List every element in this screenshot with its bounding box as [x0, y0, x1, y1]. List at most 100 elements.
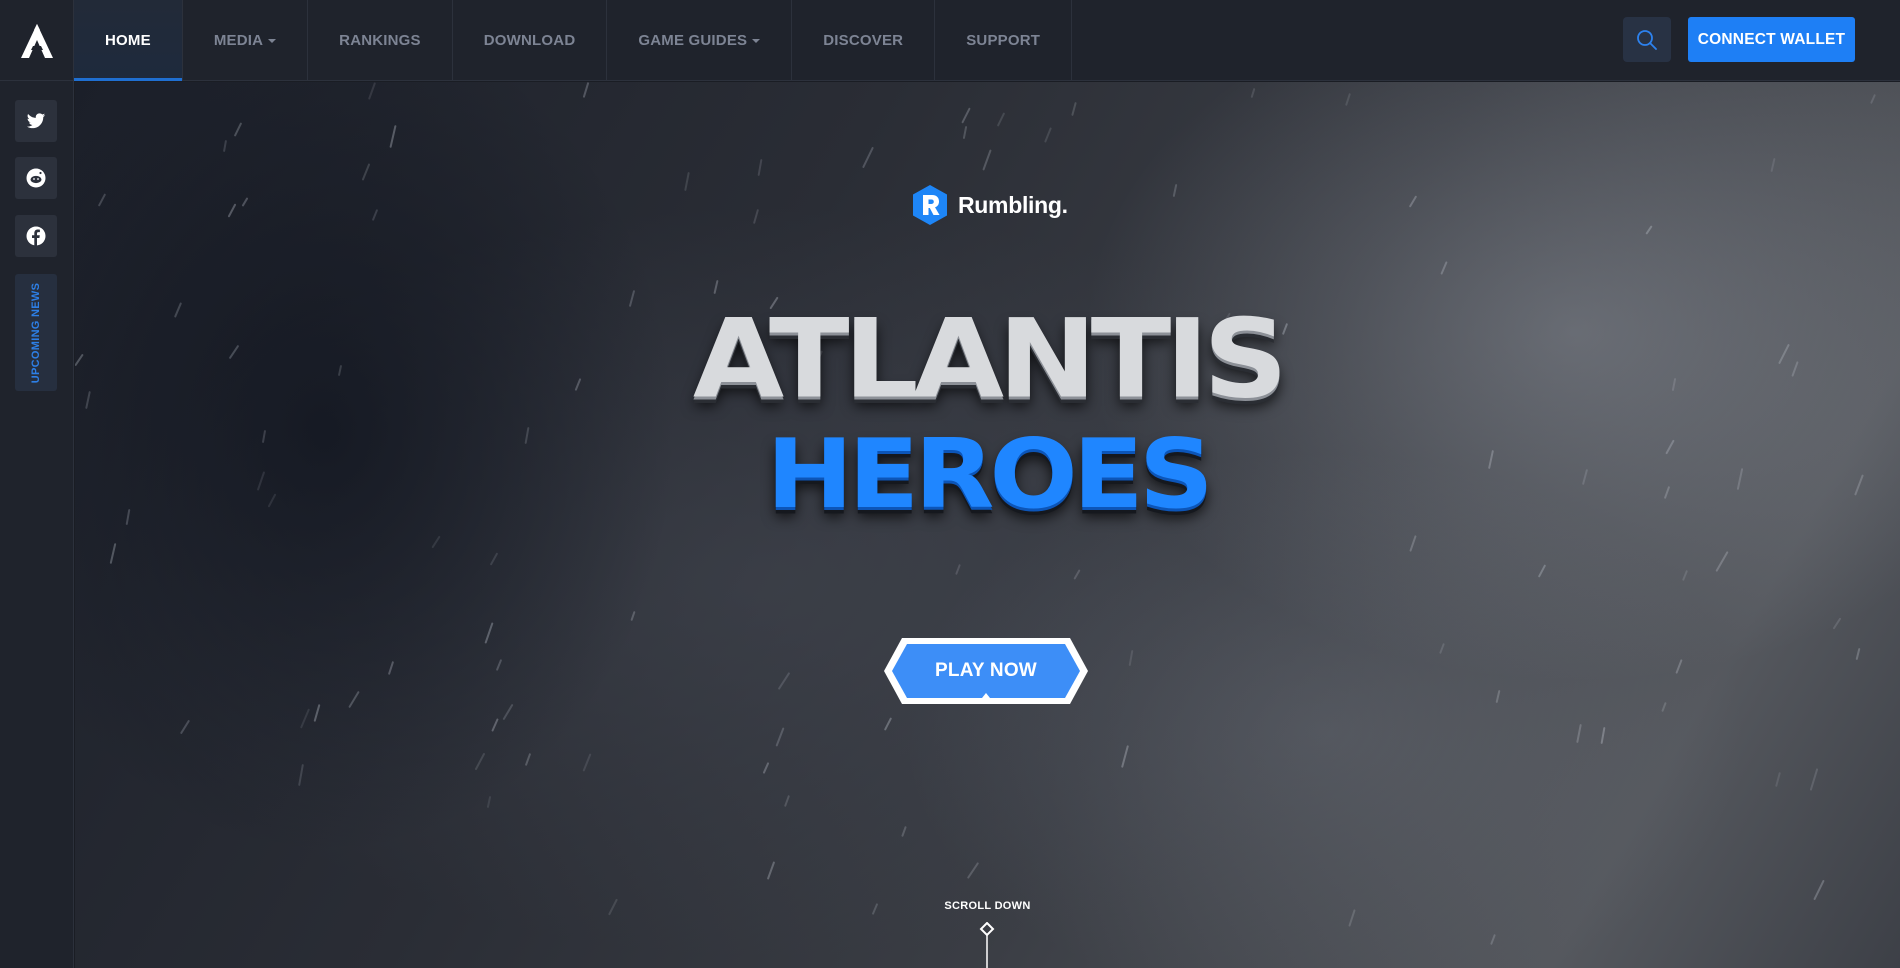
rain-streak [1600, 726, 1606, 745]
twitter-link[interactable] [15, 100, 57, 142]
rain-streak [752, 209, 760, 224]
rain-streak [1675, 659, 1683, 674]
left-sidebar: UPCOMING NEWS [0, 81, 74, 968]
rain-streak [524, 753, 532, 766]
rain-streak [1661, 701, 1667, 713]
rain-streak [1250, 87, 1256, 99]
rain-streak [962, 125, 968, 140]
rain-streak [1495, 689, 1501, 704]
rain-streak [862, 146, 874, 169]
search-button[interactable] [1623, 17, 1671, 62]
rain-streak [684, 171, 690, 192]
rain-streak [484, 622, 494, 644]
nav-media-label: MEDIA [213, 32, 264, 49]
nav-media[interactable]: MEDIA [183, 0, 309, 81]
connect-wallet-button[interactable]: CONNECT WALLET [1688, 17, 1855, 62]
facebook-link[interactable] [15, 215, 57, 257]
rain-streak [222, 139, 228, 153]
rumbling-logo-icon [913, 185, 947, 225]
rain-streak [1345, 93, 1351, 106]
rumbling-brand-text: Rumbling. [958, 191, 1068, 218]
rain-streak [489, 552, 499, 566]
top-navigation-bar: HOME MEDIA RANKINGS DOWNLOAD GAME GUIDES… [0, 0, 1900, 81]
twitter-icon [26, 112, 46, 128]
rain-streak [1044, 127, 1052, 143]
hero-title-line2: HEROES [766, 417, 1214, 531]
reddit-link[interactable] [15, 157, 57, 199]
rain-streak [982, 149, 992, 171]
rain-streak [1855, 647, 1861, 661]
site-logo[interactable] [0, 0, 74, 81]
hero-section: Rumbling. ATLANTIS HEROES PLAY NOW SCROL… [75, 82, 1900, 968]
search-icon [1637, 29, 1657, 50]
rain-streak [996, 112, 1006, 127]
nav-discover-label: DISCOVER [823, 32, 904, 49]
nav-discover[interactable]: DISCOVER [792, 0, 936, 81]
rain-streak [1775, 771, 1781, 788]
rain-streak [1813, 879, 1825, 901]
rain-streak [298, 763, 304, 787]
nav-download[interactable]: DOWNLOAD [453, 0, 608, 81]
rain-streak [901, 825, 907, 838]
rain-streak [1409, 535, 1417, 552]
rain-streak [367, 82, 377, 100]
rain-streak [431, 535, 441, 549]
rain-streak [1645, 225, 1653, 235]
rain-streak [961, 107, 971, 124]
rain-streak [371, 209, 379, 221]
nav-support[interactable]: SUPPORT [935, 0, 1073, 81]
rain-streak [1770, 157, 1776, 173]
hero-title-line1: ATLANTIS [692, 295, 1288, 423]
rain-streak [361, 163, 371, 181]
rain-streak [491, 718, 499, 732]
upcoming-news-label: UPCOMING NEWS [30, 282, 42, 383]
scroll-down-indicator[interactable] [979, 922, 995, 968]
nav-home-label: HOME [105, 32, 151, 49]
rain-streak [179, 719, 191, 735]
rain-streak [299, 708, 311, 729]
rain-streak [1439, 643, 1445, 654]
rain-streak [495, 659, 503, 671]
nav-support-label: SUPPORT [966, 32, 1041, 49]
rain-streak [1440, 261, 1448, 275]
reddit-icon [26, 168, 46, 188]
rain-streak [775, 727, 785, 747]
rain-streak [227, 203, 237, 218]
nav-download-label: DOWNLOAD [483, 32, 576, 49]
main-nav: HOME MEDIA RANKINGS DOWNLOAD GAME GUIDES… [74, 0, 1073, 81]
atlantis-logo-icon [20, 23, 53, 58]
rain-streak [1715, 551, 1729, 572]
rain-streak [233, 122, 243, 137]
rain-streak [348, 690, 360, 709]
rain-streak [713, 279, 719, 295]
rain-streak [1128, 649, 1134, 667]
rain-streak [1537, 564, 1547, 578]
play-now-label: PLAY NOW [935, 660, 1037, 681]
chevron-down-icon [268, 38, 277, 43]
nav-rankings-label: RANKINGS [339, 32, 421, 49]
rain-streak [389, 125, 397, 148]
rain-streak [486, 795, 492, 809]
rain-streak [757, 158, 763, 177]
rain-streak [582, 82, 590, 98]
rain-streak [1490, 934, 1496, 945]
play-now-button[interactable]: PLAY NOW [882, 636, 1090, 706]
nav-home[interactable]: HOME [74, 0, 183, 81]
rain-streak [97, 193, 107, 207]
rain-streak [1682, 570, 1688, 581]
rain-streak [313, 704, 321, 722]
rain-streak [1071, 101, 1077, 117]
nav-game-guides[interactable]: GAME GUIDES [607, 0, 793, 81]
rain-streak [1121, 745, 1129, 768]
rain-streak [502, 703, 514, 721]
rain-streak [387, 661, 395, 675]
rain-streak [630, 610, 636, 622]
facebook-icon [26, 226, 46, 246]
nav-rankings[interactable]: RANKINGS [308, 0, 453, 81]
rain-streak [762, 762, 770, 774]
rain-streak [777, 672, 791, 690]
connect-wallet-label: CONNECT WALLET [1697, 30, 1846, 48]
rain-streak [1408, 195, 1418, 208]
upcoming-news-tab[interactable]: UPCOMING NEWS [15, 274, 57, 391]
rain-streak [1172, 183, 1178, 198]
